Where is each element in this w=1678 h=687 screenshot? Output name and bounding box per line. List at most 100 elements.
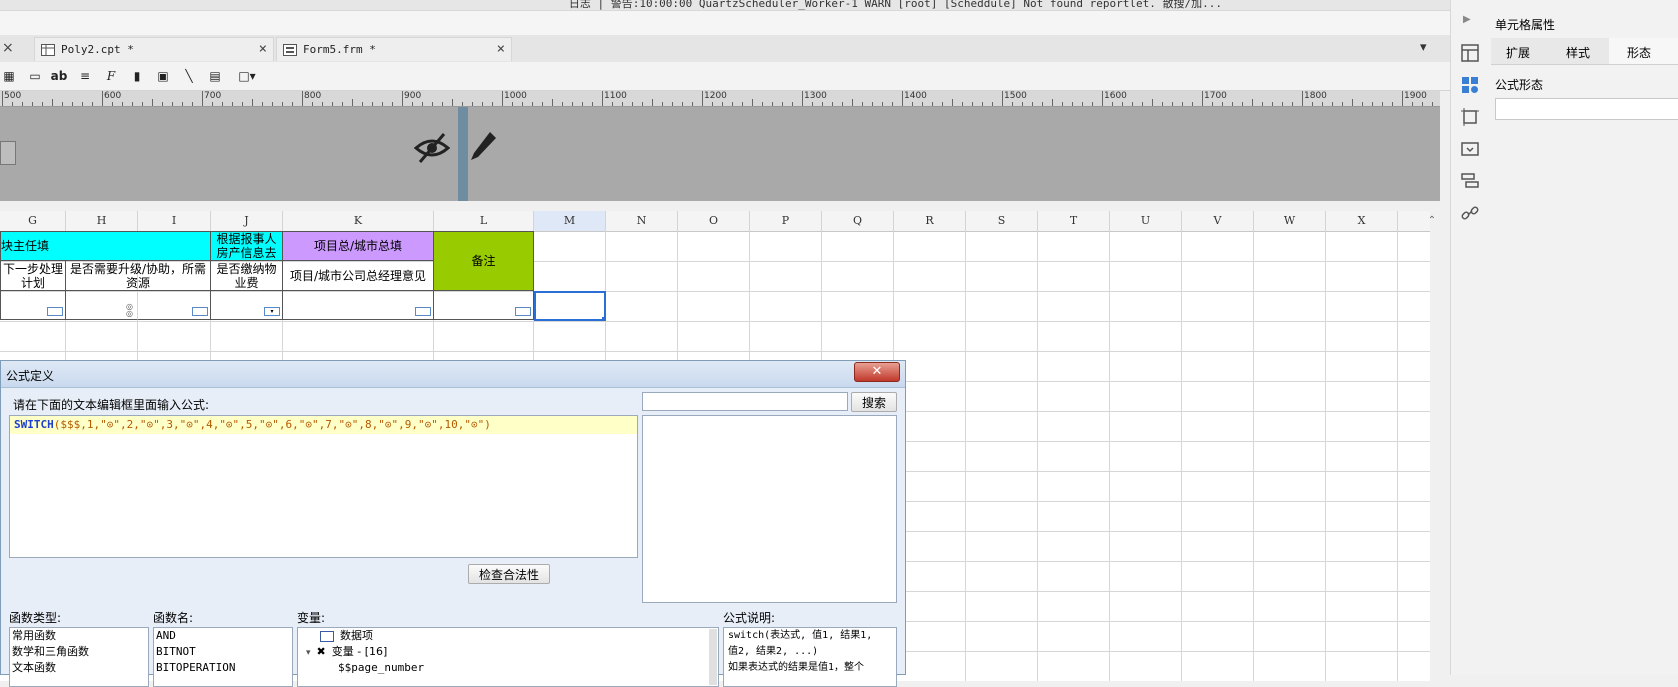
ruler-tick (222, 102, 223, 106)
tab-style[interactable]: 样式 (1566, 44, 1590, 61)
header-need-upgrade[interactable]: 是否需要升级/协助，所需资源 (66, 261, 211, 291)
float-element-icon[interactable] (1459, 106, 1481, 128)
column-header-m[interactable]: M (534, 211, 606, 231)
variables-scrollbar[interactable] (709, 629, 717, 685)
column-header-s[interactable]: S (966, 211, 1038, 231)
variables-tree[interactable]: 数据项 ▾ ✖ 变量 - [16] $$page_number (297, 627, 719, 687)
data-cell-g[interactable] (0, 291, 66, 320)
list-item[interactable]: 文本函数 (10, 660, 148, 676)
header-project-city[interactable]: 项目总/城市总填 (283, 231, 434, 261)
data-cell-h[interactable]: ◎ ◎ (66, 291, 138, 320)
list-item[interactable]: 常用函数 (10, 628, 148, 644)
ruler-label: 1800 (1304, 91, 1327, 101)
hidden-eye-icon[interactable] (414, 130, 450, 166)
header-per-report[interactable]: 根据报事人房产信息去 (211, 231, 283, 261)
function-types-list[interactable]: 常用函数 数学和三角函数 文本函数 (9, 627, 149, 687)
ruler-tick (712, 102, 713, 106)
data-cell-i[interactable] (138, 291, 211, 320)
column-header-i[interactable]: I (138, 211, 211, 231)
formula-line[interactable]: SWITCH($$$,1,"⊙",2,"⊙",3,"⊙",4,"⊙",5,"⊙"… (10, 416, 637, 434)
collapse-arrow-icon[interactable]: ▾ (306, 648, 311, 658)
column-header-h[interactable]: H (66, 211, 138, 231)
function-types-label: 函数类型: (9, 611, 62, 625)
tree-node-page-number[interactable]: $$page_number (298, 660, 718, 676)
ruler-tick (1222, 102, 1223, 106)
tree-node-data-item[interactable]: 数据项 (298, 628, 718, 644)
search-results-list[interactable] (642, 415, 897, 603)
bar-chart-icon[interactable]: ▮ (128, 67, 146, 85)
resize-handle[interactable] (0, 141, 16, 165)
formula-icon[interactable]: F (102, 67, 120, 85)
data-cell-l[interactable] (434, 291, 534, 320)
column-header-l[interactable]: L (434, 211, 534, 231)
condition-attributes-icon[interactable] (1459, 170, 1481, 192)
image-icon[interactable]: ▣ (154, 67, 172, 85)
tab-form5[interactable]: Form5.frm * × (276, 37, 512, 61)
list-item[interactable]: BITOPERATION (154, 660, 292, 676)
column-header-k[interactable]: K (283, 211, 434, 231)
edit-pencil-icon[interactable] (468, 129, 498, 163)
fill-handle[interactable] (602, 317, 604, 319)
slash-icon[interactable]: ╲ (180, 67, 198, 85)
ruler-tick (262, 102, 263, 106)
scroll-up-icon[interactable]: ⌃ (1425, 211, 1439, 231)
ruler-tick (862, 102, 863, 106)
column-header-g[interactable]: G (0, 211, 66, 231)
list-item[interactable]: AND (154, 628, 292, 644)
data-cell-j[interactable]: ▾ (211, 291, 283, 320)
ruler-tick (762, 102, 763, 106)
formula-shape-input[interactable] (1495, 98, 1678, 120)
align-icon[interactable]: ≡ (76, 67, 94, 85)
template-icon[interactable] (1459, 42, 1481, 64)
tab-poly2[interactable]: Poly2.cpt * × (34, 37, 274, 61)
header-remark[interactable]: 备注 (434, 231, 534, 291)
ruler-tick (682, 102, 683, 106)
splitter[interactable] (458, 107, 468, 201)
widget-settings-icon[interactable] (1459, 138, 1481, 160)
hyperlink-icon[interactable] (1459, 202, 1481, 224)
tree-node-variables[interactable]: ▾ ✖ 变量 - [16] (298, 644, 718, 660)
close-icon[interactable]: × (2, 40, 14, 56)
column-header-x[interactable]: X (1326, 211, 1398, 231)
formula-editor[interactable]: SWITCH($$$,1,"⊙",2,"⊙",3,"⊙",4,"⊙",5,"⊙"… (9, 415, 638, 558)
close-icon[interactable]: ✕ (854, 362, 900, 382)
text-field-icon[interactable]: ▭ (26, 67, 44, 85)
tab-shape-active[interactable]: 形态 (1609, 38, 1678, 64)
column-header-p[interactable]: P (750, 211, 822, 231)
ruler-tick (942, 102, 943, 106)
list-item[interactable]: BITNOT (154, 644, 292, 660)
close-icon[interactable]: × (259, 41, 267, 57)
selected-cell-m[interactable] (534, 291, 606, 321)
text-icon[interactable]: ab (50, 67, 68, 85)
column-header-o[interactable]: O (678, 211, 750, 231)
border-icon[interactable]: □▾ (234, 67, 260, 85)
column-header-u[interactable]: U (1110, 211, 1182, 231)
list-item[interactable]: 数学和三角函数 (10, 644, 148, 660)
close-icon[interactable]: × (497, 41, 505, 57)
column-header-q[interactable]: Q (822, 211, 894, 231)
cell-attributes-icon[interactable] (1459, 74, 1481, 96)
function-names-list[interactable]: AND BITNOT BITOPERATION (153, 627, 293, 687)
ruler-tick (342, 102, 343, 106)
header-next-plan[interactable]: 下一步处理计划 (0, 261, 66, 291)
dialog-title-bar[interactable]: 公式定义 ✕ (1, 361, 905, 388)
header-fill-in-by[interactable]: 块主任填 (0, 231, 211, 261)
column-header-w[interactable]: W (1254, 211, 1326, 231)
expand-arrow-icon[interactable]: ▶ (1463, 14, 1471, 25)
search-button[interactable]: 搜索 (851, 392, 897, 412)
grid-icon[interactable]: ▦ (0, 67, 18, 85)
column-header-j[interactable]: J (211, 211, 283, 231)
tab-expand[interactable]: 扩展 (1506, 44, 1530, 61)
data-cell-k[interactable] (283, 291, 434, 320)
check-validity-button[interactable]: 检查合法性 (468, 564, 550, 584)
column-header-r[interactable]: R (894, 211, 966, 231)
column-header-v[interactable]: V (1182, 211, 1254, 231)
sub-report-icon[interactable]: ▤ (206, 67, 224, 85)
column-header-t[interactable]: T (1038, 211, 1110, 231)
ruler-tick (802, 91, 803, 106)
column-header-n[interactable]: N (606, 211, 678, 231)
search-input[interactable] (642, 392, 848, 411)
header-property-fee[interactable]: 是否缴纳物业费 (211, 261, 283, 291)
tab-menu-icon[interactable]: ▾ (1420, 40, 1427, 55)
header-manager-opinion[interactable]: 项目/城市公司总经理意见 (283, 261, 434, 291)
